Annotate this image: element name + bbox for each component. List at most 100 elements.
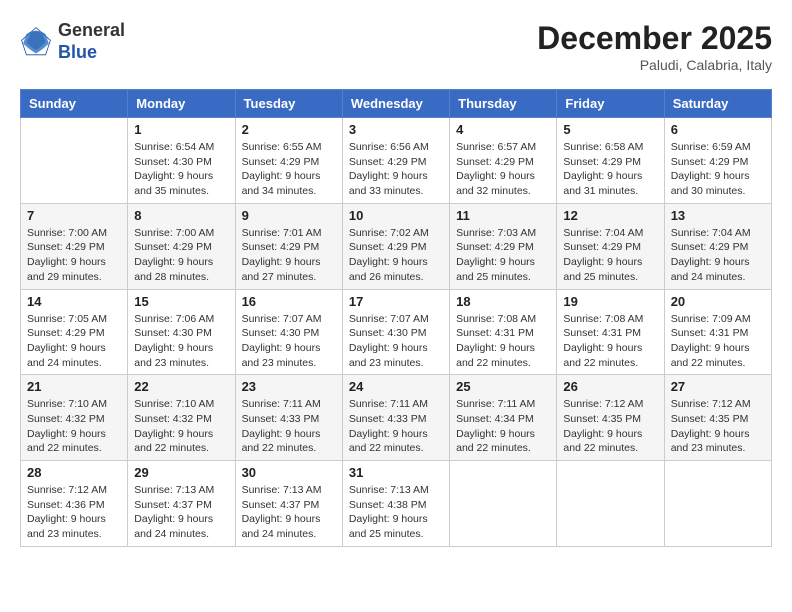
calendar-cell: 1 Sunrise: 6:54 AMSunset: 4:30 PMDaylight… <box>128 118 235 204</box>
day-number: 25 <box>456 379 550 394</box>
day-number: 18 <box>456 294 550 309</box>
day-info: Sunrise: 7:00 AMSunset: 4:29 PMDaylight:… <box>27 226 121 285</box>
calendar-cell: 3 Sunrise: 6:56 AMSunset: 4:29 PMDaylight… <box>342 118 449 204</box>
day-number: 13 <box>671 208 765 223</box>
day-info: Sunrise: 7:09 AMSunset: 4:31 PMDaylight:… <box>671 312 765 371</box>
calendar-cell: 17Sunrise: 7:07 AMSunset: 4:30 PMDayligh… <box>342 289 449 375</box>
day-info: Sunrise: 7:13 AMSunset: 4:38 PMDaylight:… <box>349 483 443 542</box>
day-info: Sunrise: 7:02 AMSunset: 4:29 PMDaylight:… <box>349 226 443 285</box>
day-number: 8 <box>134 208 228 223</box>
day-info: Sunrise: 7:08 AMSunset: 4:31 PMDaylight:… <box>563 312 657 371</box>
logo-text: General Blue <box>58 20 125 63</box>
calendar-cell: 23 Sunrise: 7:11 AMSunset: 4:33 PMDayligh… <box>235 375 342 461</box>
day-info: Sunrise: 7:11 AMSunset: 4:33 PMDaylight:… <box>349 397 443 456</box>
day-number: 2 <box>242 122 336 137</box>
day-number: 20 <box>671 294 765 309</box>
day-number: 17 <box>349 294 443 309</box>
calendar-cell: 27 Sunrise: 7:12 AMSunset: 4:35 PMDayligh… <box>664 375 771 461</box>
page-header: General Blue December 2025 Paludi, Calab… <box>20 20 772 73</box>
weekday-header-friday: Friday <box>557 90 664 118</box>
calendar-cell: 22 Sunrise: 7:10 AMSunset: 4:32 PMDayligh… <box>128 375 235 461</box>
day-number: 19 <box>563 294 657 309</box>
calendar-cell: 8 Sunrise: 7:00 AMSunset: 4:29 PMDaylight… <box>128 203 235 289</box>
day-info: Sunrise: 7:10 AMSunset: 4:32 PMDaylight:… <box>134 397 228 456</box>
day-info: Sunrise: 7:11 AMSunset: 4:33 PMDaylight:… <box>242 397 336 456</box>
day-info: Sunrise: 7:04 AMSunset: 4:29 PMDaylight:… <box>671 226 765 285</box>
weekday-header-wednesday: Wednesday <box>342 90 449 118</box>
day-info: Sunrise: 7:08 AMSunset: 4:31 PMDaylight:… <box>456 312 550 371</box>
day-info: Sunrise: 6:57 AMSunset: 4:29 PMDaylight:… <box>456 140 550 199</box>
weekday-header-sunday: Sunday <box>21 90 128 118</box>
weekday-header-saturday: Saturday <box>664 90 771 118</box>
calendar-cell: 16 Sunrise: 7:07 AMSunset: 4:30 PMDayligh… <box>235 289 342 375</box>
day-info: Sunrise: 7:10 AMSunset: 4:32 PMDaylight:… <box>27 397 121 456</box>
day-info: Sunrise: 7:00 AMSunset: 4:29 PMDaylight:… <box>134 226 228 285</box>
calendar-cell: 25 Sunrise: 7:11 AMSunset: 4:34 PMDayligh… <box>450 375 557 461</box>
day-info: Sunrise: 7:05 AMSunset: 4:29 PMDaylight:… <box>27 312 121 371</box>
calendar-cell: 12Sunrise: 7:04 AMSunset: 4:29 PMDayligh… <box>557 203 664 289</box>
calendar-cell: 10 Sunrise: 7:02 AMSunset: 4:29 PMDayligh… <box>342 203 449 289</box>
day-number: 1 <box>134 122 228 137</box>
day-number: 23 <box>242 379 336 394</box>
week-row-3: 14 Sunrise: 7:05 AMSunset: 4:29 PMDayligh… <box>21 289 772 375</box>
calendar-cell: 13 Sunrise: 7:04 AMSunset: 4:29 PMDayligh… <box>664 203 771 289</box>
day-info: Sunrise: 6:56 AMSunset: 4:29 PMDaylight:… <box>349 140 443 199</box>
calendar-cell: 29 Sunrise: 7:13 AMSunset: 4:37 PMDayligh… <box>128 461 235 547</box>
day-info: Sunrise: 7:12 AMSunset: 4:36 PMDaylight:… <box>27 483 121 542</box>
day-info: Sunrise: 6:58 AMSunset: 4:29 PMDaylight:… <box>563 140 657 199</box>
calendar-cell: 28Sunrise: 7:12 AMSunset: 4:36 PMDayligh… <box>21 461 128 547</box>
day-info: Sunrise: 7:07 AMSunset: 4:30 PMDaylight:… <box>242 312 336 371</box>
day-info: Sunrise: 7:01 AMSunset: 4:29 PMDaylight:… <box>242 226 336 285</box>
day-info: Sunrise: 7:13 AMSunset: 4:37 PMDaylight:… <box>134 483 228 542</box>
logo: General Blue <box>20 20 125 63</box>
calendar-cell: 6 Sunrise: 6:59 AMSunset: 4:29 PMDaylight… <box>664 118 771 204</box>
day-number: 3 <box>349 122 443 137</box>
day-info: Sunrise: 6:59 AMSunset: 4:29 PMDaylight:… <box>671 140 765 199</box>
week-row-1: 1 Sunrise: 6:54 AMSunset: 4:30 PMDaylight… <box>21 118 772 204</box>
calendar-cell: 9 Sunrise: 7:01 AMSunset: 4:29 PMDaylight… <box>235 203 342 289</box>
weekday-header-monday: Monday <box>128 90 235 118</box>
day-number: 9 <box>242 208 336 223</box>
weekday-header-row: SundayMondayTuesdayWednesdayThursdayFrid… <box>21 90 772 118</box>
day-number: 31 <box>349 465 443 480</box>
day-number: 22 <box>134 379 228 394</box>
day-info: Sunrise: 7:12 AMSunset: 4:35 PMDaylight:… <box>671 397 765 456</box>
calendar-table: SundayMondayTuesdayWednesdayThursdayFrid… <box>20 89 772 547</box>
calendar-cell: 11Sunrise: 7:03 AMSunset: 4:29 PMDayligh… <box>450 203 557 289</box>
day-number: 4 <box>456 122 550 137</box>
weekday-header-tuesday: Tuesday <box>235 90 342 118</box>
calendar-cell <box>664 461 771 547</box>
calendar-cell <box>557 461 664 547</box>
day-number: 14 <box>27 294 121 309</box>
week-row-5: 28Sunrise: 7:12 AMSunset: 4:36 PMDayligh… <box>21 461 772 547</box>
calendar-cell: 15Sunrise: 7:06 AMSunset: 4:30 PMDayligh… <box>128 289 235 375</box>
month-year: December 2025 <box>537 20 772 57</box>
day-number: 16 <box>242 294 336 309</box>
day-info: Sunrise: 7:12 AMSunset: 4:35 PMDaylight:… <box>563 397 657 456</box>
calendar-cell: 7 Sunrise: 7:00 AMSunset: 4:29 PMDaylight… <box>21 203 128 289</box>
calendar-cell: 18 Sunrise: 7:08 AMSunset: 4:31 PMDayligh… <box>450 289 557 375</box>
logo-icon <box>20 26 52 58</box>
day-number: 7 <box>27 208 121 223</box>
calendar-cell: 26Sunrise: 7:12 AMSunset: 4:35 PMDayligh… <box>557 375 664 461</box>
day-number: 27 <box>671 379 765 394</box>
day-info: Sunrise: 7:11 AMSunset: 4:34 PMDaylight:… <box>456 397 550 456</box>
day-info: Sunrise: 7:13 AMSunset: 4:37 PMDaylight:… <box>242 483 336 542</box>
day-info: Sunrise: 6:54 AMSunset: 4:30 PMDaylight:… <box>134 140 228 199</box>
day-number: 10 <box>349 208 443 223</box>
day-number: 29 <box>134 465 228 480</box>
day-number: 11 <box>456 208 550 223</box>
calendar-cell: 14 Sunrise: 7:05 AMSunset: 4:29 PMDayligh… <box>21 289 128 375</box>
calendar-cell: 31 Sunrise: 7:13 AMSunset: 4:38 PMDayligh… <box>342 461 449 547</box>
week-row-2: 7 Sunrise: 7:00 AMSunset: 4:29 PMDaylight… <box>21 203 772 289</box>
week-row-4: 21 Sunrise: 7:10 AMSunset: 4:32 PMDayligh… <box>21 375 772 461</box>
calendar-cell: 30Sunrise: 7:13 AMSunset: 4:37 PMDayligh… <box>235 461 342 547</box>
calendar-cell: 21 Sunrise: 7:10 AMSunset: 4:32 PMDayligh… <box>21 375 128 461</box>
title-block: December 2025 Paludi, Calabria, Italy <box>537 20 772 73</box>
day-number: 21 <box>27 379 121 394</box>
day-info: Sunrise: 7:04 AMSunset: 4:29 PMDaylight:… <box>563 226 657 285</box>
location: Paludi, Calabria, Italy <box>537 57 772 73</box>
weekday-header-thursday: Thursday <box>450 90 557 118</box>
day-number: 6 <box>671 122 765 137</box>
calendar-cell: 19 Sunrise: 7:08 AMSunset: 4:31 PMDayligh… <box>557 289 664 375</box>
